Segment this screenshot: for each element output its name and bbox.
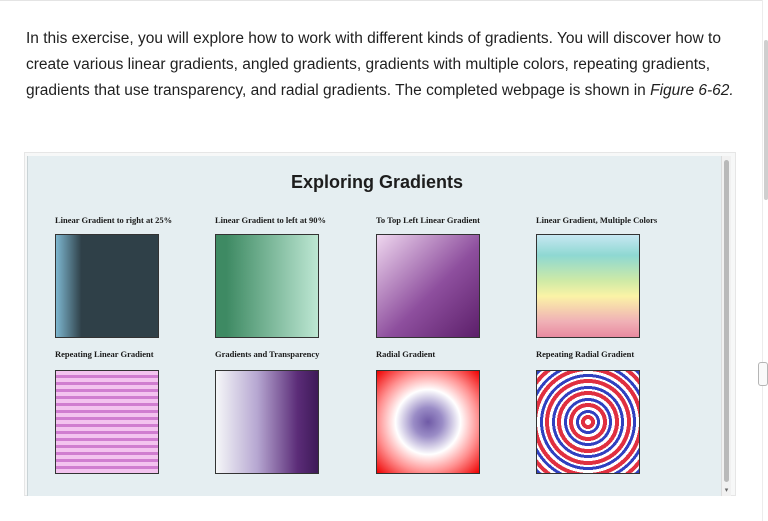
swatch-transparency <box>215 370 319 474</box>
cell-label-linear-left: Linear Gradient to left at 90% <box>215 215 327 225</box>
cell-label-repeating-radial: Repeating Radial Gradient <box>536 349 635 359</box>
gradients-webpage-screenshot: Exploring Gradients Linear Gradient to r… <box>27 156 725 496</box>
screenshot-scroll-thumb[interactable] <box>724 160 729 482</box>
page-scrollbar[interactable] <box>762 0 768 521</box>
figure-reference: Figure 6-62. <box>650 82 734 99</box>
side-panel-handle[interactable] <box>758 362 768 386</box>
page-title: Exploring Gradients <box>290 172 464 192</box>
intro-paragraph: In this exercise, you will explore how t… <box>26 26 738 104</box>
swatch-repeating-linear <box>55 370 159 474</box>
cell-label-repeating-linear: Repeating Linear Gradient <box>55 349 154 359</box>
swatch-multiple-colors <box>536 234 640 338</box>
top-divider <box>0 0 768 1</box>
cell-label-transparency: Gradients and Transparency <box>215 349 320 359</box>
swatch-linear-left <box>215 234 319 338</box>
swatch-repeating-radial <box>536 370 640 474</box>
cell-label-radial: Radial Gradient <box>376 349 436 359</box>
swatch-top-left <box>376 234 480 338</box>
cell-label-linear-right: Linear Gradient to right at 25% <box>55 215 173 225</box>
cell-label-multiple-colors: Linear Gradient, Multiple Colors <box>536 215 658 225</box>
swatch-radial <box>376 370 480 474</box>
page-scroll-thumb[interactable] <box>764 40 768 200</box>
screenshot-scrollbar[interactable]: ▾ <box>721 156 731 496</box>
scroll-down-arrow-icon[interactable]: ▾ <box>722 487 731 495</box>
swatch-linear-right <box>55 234 159 338</box>
cell-label-top-left: To Top Left Linear Gradient <box>376 215 480 225</box>
intro-text: In this exercise, you will explore how t… <box>26 30 721 99</box>
